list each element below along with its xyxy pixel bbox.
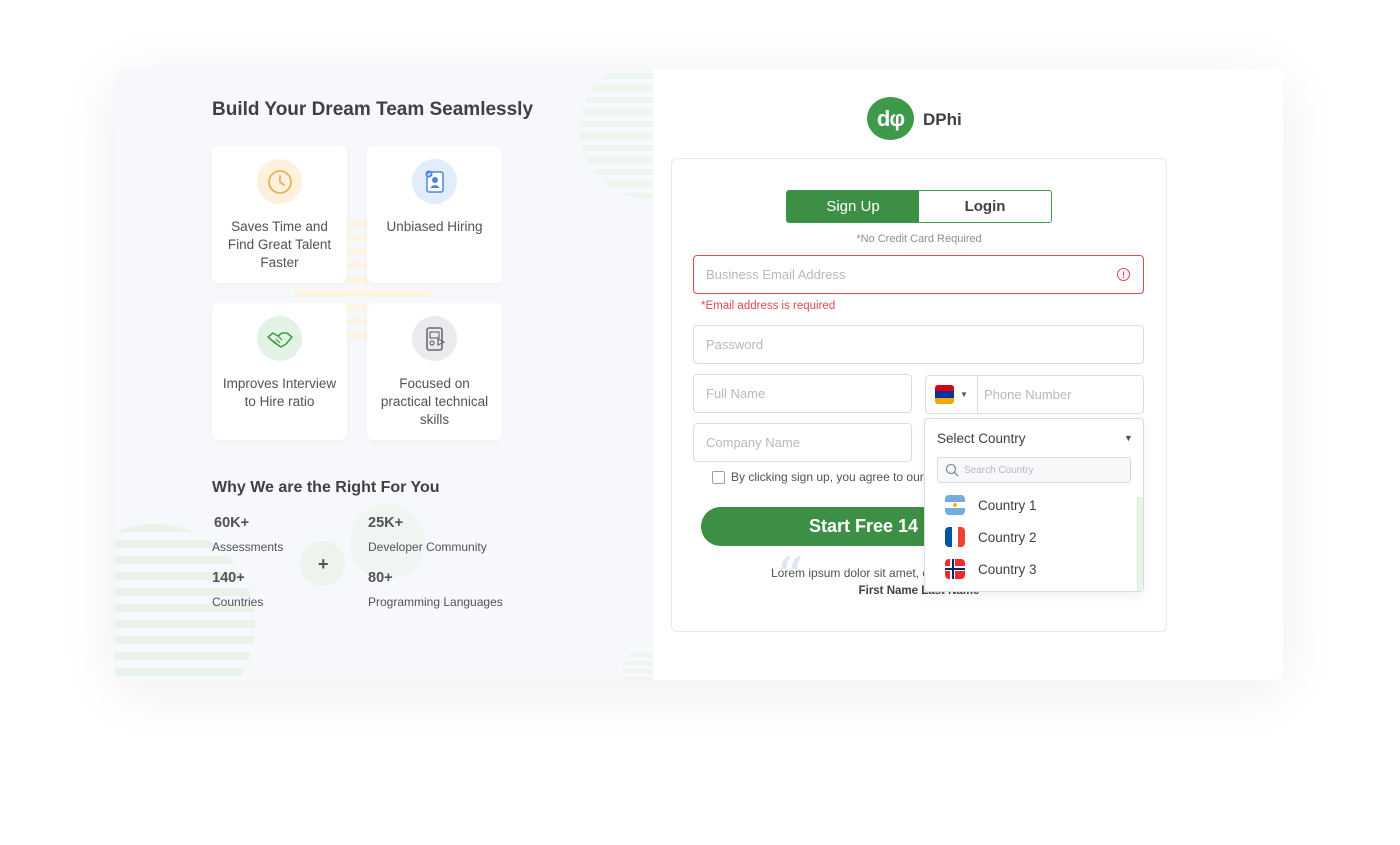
feature-label: Focused on practical technical skills — [380, 376, 489, 427]
country-code-selector[interactable]: ▼ — [926, 376, 978, 413]
stat-label: Programming Languages — [368, 595, 503, 609]
tab-login[interactable]: Login — [919, 191, 1051, 222]
handshake-icon — [257, 316, 302, 361]
marketing-panel: Build Your Dream Team Seamlessly Saves T… — [115, 69, 653, 680]
document-badge-icon — [412, 159, 457, 204]
country-search-input[interactable] — [964, 461, 1124, 479]
stat-label: Countries — [212, 595, 264, 609]
stat-value: 60K+ — [214, 515, 250, 531]
decorative-circle — [580, 69, 653, 199]
decorative-circle — [623, 649, 653, 680]
tab-sign-up[interactable]: Sign Up — [787, 191, 919, 222]
country-option-label: Country 2 — [978, 529, 1037, 545]
plus-icon: + — [318, 554, 329, 574]
country-select-value[interactable]: Select Country — [937, 431, 1026, 446]
testimonial-text: Lorem ipsum dolor sit amet, c — [771, 566, 929, 580]
company-name-field[interactable] — [693, 423, 912, 462]
country-option[interactable]: Country 1 — [945, 495, 1037, 515]
video-device-icon — [412, 316, 457, 361]
feature-card-saves-time: Saves Time and Find Great Talent Faster — [212, 146, 347, 283]
email-field[interactable] — [693, 255, 1144, 294]
stat-value: 80+ — [368, 570, 393, 586]
no-credit-card-note: *No Credit Card Required — [856, 233, 982, 245]
why-us-heading: Why We are the Right For You — [212, 479, 440, 496]
page-title: Build Your Dream Team Seamlessly — [212, 99, 534, 120]
argentina-flag-icon — [945, 495, 965, 515]
phone-number-field[interactable] — [978, 376, 1143, 413]
feature-label: Saves Time and Find Great Talent Faster — [227, 219, 332, 270]
dropdown-scrollbar[interactable] — [1137, 497, 1143, 591]
country-option-label: Country 1 — [978, 497, 1037, 513]
email-error-message: *Email address is required — [701, 300, 836, 312]
norway-flag-icon — [945, 559, 965, 579]
password-field[interactable] — [693, 325, 1144, 364]
feature-card-practical-skills: Focused on practical technical skills — [367, 303, 502, 440]
country-option-label: Country 3 — [978, 561, 1037, 577]
france-flag-icon — [945, 527, 965, 547]
auth-tabs: Sign Up Login — [786, 190, 1052, 223]
error-icon: ! — [1117, 268, 1130, 281]
feature-label: Unbiased Hiring — [386, 219, 483, 234]
search-icon — [945, 463, 959, 477]
clock-icon — [257, 159, 302, 204]
terms-text: By clicking sign up, you agree to our — [731, 470, 924, 484]
stat-label: Assessments — [212, 540, 284, 554]
dphi-logo: dφ — [867, 97, 914, 140]
full-name-field[interactable] — [693, 374, 912, 413]
stat-value: 25K+ — [368, 515, 404, 531]
feature-card-interview-ratio: Improves Interview to Hire ratio — [212, 303, 347, 440]
terms-checkbox[interactable] — [712, 470, 725, 484]
country-search-box — [937, 457, 1131, 483]
feature-card-unbiased-hiring: Unbiased Hiring — [367, 146, 502, 283]
terms-row: By clicking sign up, you agree to our — [712, 470, 924, 484]
stat-label: Developer Community — [368, 540, 487, 554]
country-option[interactable]: Country 3 — [945, 559, 1037, 579]
country-select-dropdown[interactable]: Select Country ▼ Country 1 Country 2 Cou… — [924, 418, 1144, 592]
country-option[interactable]: Country 2 — [945, 527, 1037, 547]
caret-down-icon[interactable]: ▼ — [1124, 433, 1133, 443]
armenia-flag-icon — [935, 385, 955, 404]
feature-label: Improves Interview to Hire ratio — [222, 376, 337, 409]
brand-name: DPhi — [923, 110, 962, 129]
phone-field-group: ▼ — [925, 375, 1144, 414]
stat-value: 140+ — [212, 570, 245, 586]
caret-down-icon: ▼ — [960, 390, 968, 399]
